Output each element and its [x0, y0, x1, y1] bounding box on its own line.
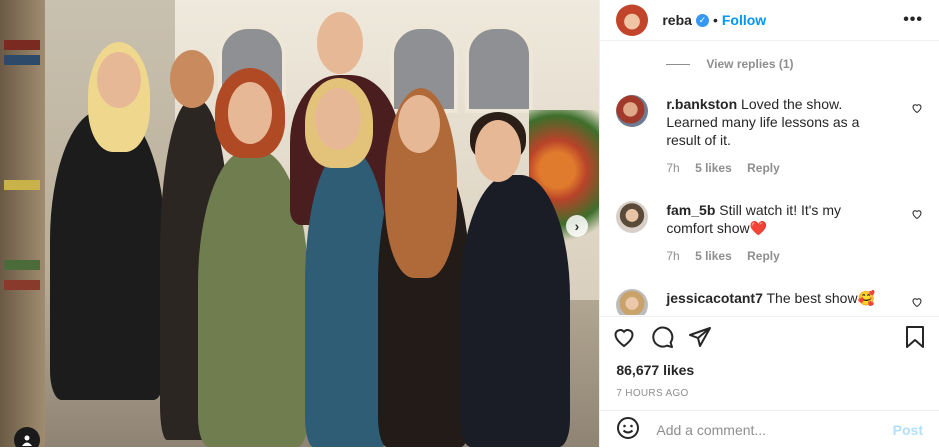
comment-username[interactable]: r.bankston: [666, 96, 737, 112]
photo-window: [465, 25, 533, 113]
replies-divider: [666, 63, 691, 65]
comment-likes[interactable]: 5 likes: [695, 249, 732, 263]
post-button[interactable]: Post: [893, 422, 923, 438]
share-icon[interactable]: [688, 325, 712, 349]
post-header: reba ✓ • Follow •••: [600, 0, 939, 41]
comment-username[interactable]: fam_5b: [666, 202, 715, 218]
photo-bookshelf: [0, 0, 45, 447]
comment-time[interactable]: 7h: [666, 249, 679, 263]
heart-icon[interactable]: [911, 295, 923, 311]
comment-input[interactable]: [654, 420, 893, 439]
comment-time[interactable]: 7h: [666, 161, 679, 175]
avatar[interactable]: [616, 4, 649, 36]
comment-icon[interactable]: [650, 325, 674, 349]
avatar[interactable]: [616, 289, 649, 315]
comment-text: The best show🥰: [766, 290, 875, 306]
more-icon[interactable]: •••: [903, 11, 923, 29]
instagram-post-modal: › reba ✓ • Follow ••• View replies (1) r…: [0, 0, 939, 447]
next-photo-button[interactable]: ›: [566, 215, 588, 237]
post-actions: [600, 316, 939, 357]
comment-item: fam_5b Still watch it! It's my comfort s…: [616, 201, 923, 265]
emoji-icon[interactable]: [616, 416, 640, 443]
comment-item: jessicacotant7 The best show🥰: [616, 289, 923, 315]
view-replies-label: View replies (1): [706, 57, 794, 71]
comments-list[interactable]: View replies (1) r.bankston Loved the sh…: [600, 41, 939, 315]
likes-count[interactable]: 86,677 likes: [616, 362, 694, 378]
reply-button[interactable]: Reply: [747, 249, 780, 263]
comment-username[interactable]: jessicacotant7: [666, 290, 763, 306]
post-side-panel: reba ✓ • Follow ••• View replies (1) r.b…: [599, 0, 939, 447]
heart-icon[interactable]: [612, 325, 636, 349]
heart-icon[interactable]: [911, 207, 923, 223]
verified-icon: ✓: [695, 13, 709, 27]
comment-item: r.bankston Loved the show. Learned many …: [616, 95, 923, 177]
comment-composer: Post: [600, 410, 939, 448]
view-replies-button[interactable]: View replies (1): [666, 57, 794, 71]
reply-button[interactable]: Reply: [747, 161, 780, 175]
avatar[interactable]: [616, 201, 649, 233]
follow-button[interactable]: Follow: [722, 12, 766, 28]
heart-icon[interactable]: [911, 101, 923, 117]
photo-person: [460, 175, 570, 447]
user-tag-icon[interactable]: [14, 427, 40, 447]
avatar[interactable]: [616, 95, 649, 127]
save-icon[interactable]: [903, 325, 927, 349]
next-arrow-icon: ›: [574, 218, 580, 234]
photo-person: [50, 110, 165, 400]
separator-dot: •: [712, 12, 718, 28]
comment-likes[interactable]: 5 likes: [695, 161, 732, 175]
post-timestamp[interactable]: 7 HOURS AGO: [616, 388, 688, 399]
post-username[interactable]: reba: [662, 12, 692, 28]
post-photo[interactable]: ›: [0, 0, 600, 447]
